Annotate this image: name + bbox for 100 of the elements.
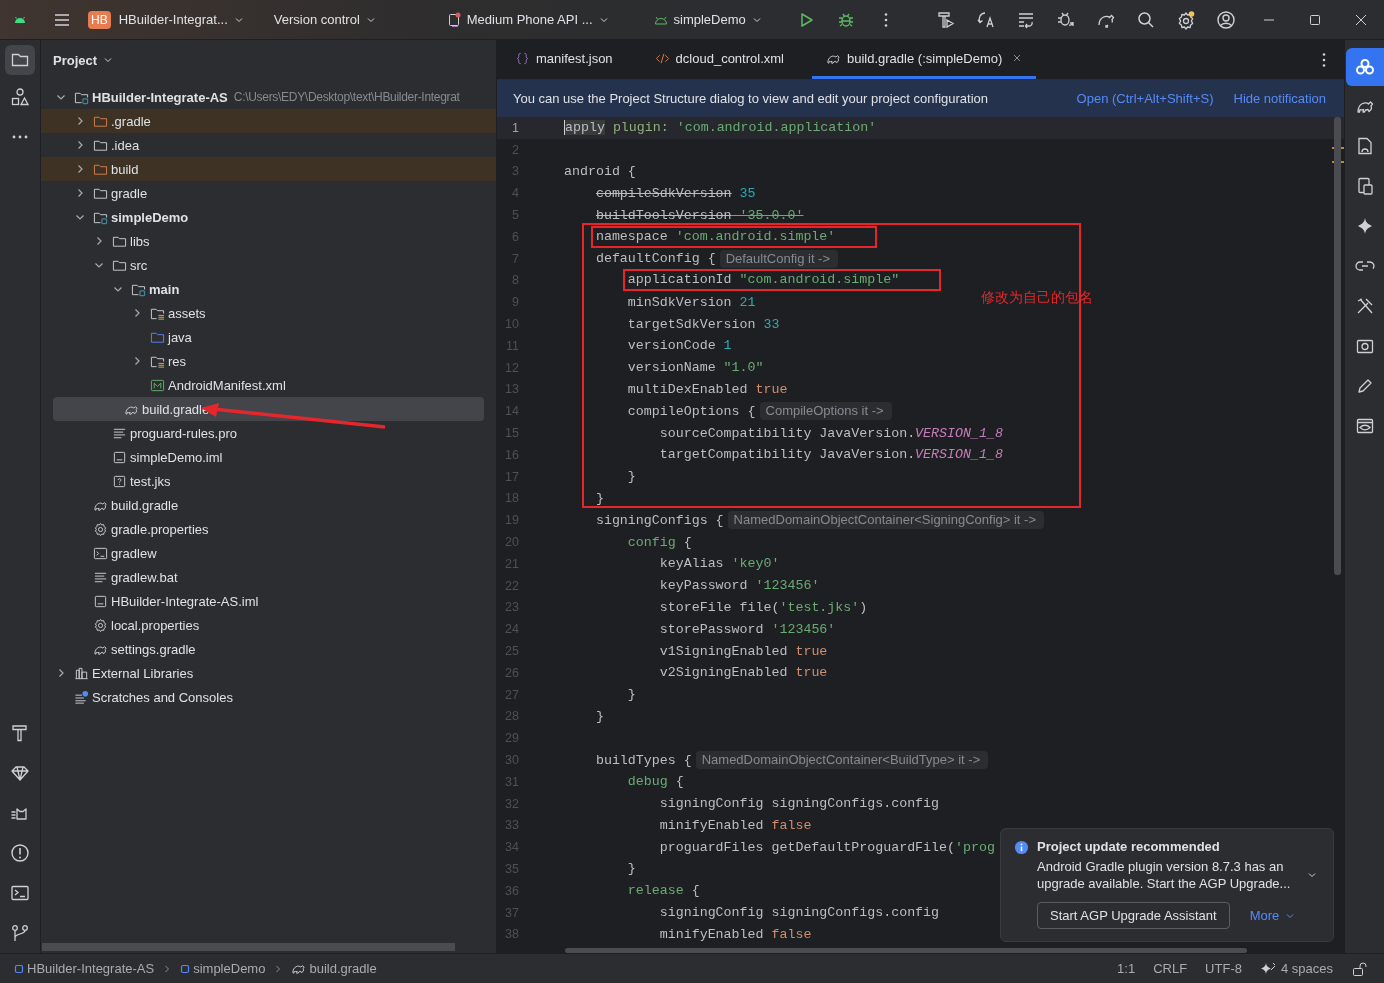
scratches-icon <box>74 689 89 705</box>
tree-item[interactable]: External Libraries <box>41 661 496 685</box>
tree-item[interactable]: Scratches and Consoles <box>41 685 496 709</box>
device-selector[interactable]: Medium Phone API ... <box>439 7 615 32</box>
gem-icon[interactable] <box>10 763 30 783</box>
banner-message: You can use the Project Structure dialog to view and edit your project configuration <box>513 91 989 106</box>
code-text: } <box>627 861 636 877</box>
editor-tab[interactable]: manifest.json <box>501 40 627 79</box>
tree-item[interactable]: gradlew.bat <box>41 565 496 589</box>
tree-item[interactable]: settings.gradle <box>41 637 496 661</box>
code-text: } <box>595 708 604 724</box>
code-text: apply plugin: 'com.android.application' <box>564 120 877 136</box>
code-text: buildTypes { <box>595 752 692 768</box>
tree-item[interactable]: simpleDemo <box>41 205 496 229</box>
vcs-label: Version control <box>273 12 360 27</box>
code-text: } <box>627 469 636 485</box>
path-label: C:\Users\EDY\Desktop\text\HBuilder-Integrat <box>233 90 460 104</box>
code-text: compileOptions { <box>627 403 756 419</box>
scrollbar[interactable] <box>42 943 455 951</box>
tree-item[interactable]: .gradle <box>41 109 496 133</box>
tree-item[interactable]: src <box>41 253 496 277</box>
code-text: keyPassword '123456' <box>659 578 820 594</box>
terminal-icon[interactable] <box>10 883 30 903</box>
tree-item[interactable]: AndroidManifest.xml <box>41 373 496 397</box>
tree-item[interactable]: test.jks <box>41 469 496 493</box>
code-text: compileSdkVersion 35 <box>595 185 756 201</box>
code-text: sourceCompatibility JavaVersion.VERSION_1_8 <box>659 425 1003 441</box>
code-text: } <box>595 490 604 506</box>
code-text: namespace 'com.android.simple' <box>595 228 836 244</box>
tree-item[interactable]: gradle <box>41 181 496 205</box>
hammer-icon[interactable] <box>936 9 956 30</box>
search-icon[interactable] <box>1136 9 1156 30</box>
code-text: } <box>627 687 636 703</box>
cloud-tool-button[interactable] <box>1346 48 1384 86</box>
code-text: minifyEnabled false <box>659 817 812 833</box>
breadcrumb[interactable]: simpleDemo <box>180 961 266 976</box>
code-text: storeFile file('test.jks') <box>659 599 868 615</box>
tree-item[interactable]: gradlew <box>41 541 496 565</box>
breadcrumb[interactable]: build.gradle <box>291 961 377 976</box>
file-icon <box>112 449 127 465</box>
breadcrumb[interactable]: HBuilder-Integrate-AS <box>14 961 155 976</box>
gear-icon <box>93 617 108 633</box>
tree-item[interactable]: res <box>41 349 496 373</box>
tree-item[interactable]: libs <box>41 229 496 253</box>
line-ending[interactable]: CRLF <box>1153 961 1188 976</box>
file-encoding[interactable]: UTF-8 <box>1205 961 1242 976</box>
tree-item[interactable]: HBuilder-Integrate-AS.iml <box>41 589 496 613</box>
tree-item[interactable]: HBuilder-Integrate-AS C:\Users\EDY\Desktop\text\HBuilder-Integrat <box>41 85 496 109</box>
run-config-selector[interactable]: simpleDemo <box>646 7 768 32</box>
inlay-hint: NamedDomainObjectContainer<SigningConfig> it -> <box>727 511 1044 530</box>
hammer-icon[interactable] <box>10 723 30 743</box>
tree-item[interactable]: local.properties <box>41 613 496 637</box>
panel-title[interactable]: Project <box>53 52 98 68</box>
tree-item[interactable]: assets <box>41 301 496 325</box>
tree-item[interactable]: java <box>41 325 496 349</box>
code-text: debug { <box>627 774 684 790</box>
more-link[interactable]: More <box>1249 908 1280 923</box>
cursor-position[interactable]: 1:1 <box>1117 961 1136 976</box>
code-text: proguardFiles getDefaultProguardFile('prog <box>659 839 995 855</box>
scrollbar[interactable] <box>1334 117 1341 575</box>
tree-item[interactable]: .idea <box>41 133 496 157</box>
shapes-icon[interactable] <box>10 87 30 107</box>
preview-icon[interactable] <box>1354 416 1375 436</box>
code-text: keyAlias 'key0' <box>659 556 780 572</box>
project-tool-button[interactable] <box>5 45 35 75</box>
banner-link[interactable]: Open (Ctrl+Alt+Shift+S) <box>1076 91 1214 106</box>
warning-icon[interactable] <box>10 843 30 863</box>
git-branch-icon[interactable] <box>10 923 30 943</box>
tree-item[interactable]: build.gradle <box>53 397 484 421</box>
scrollbar[interactable] <box>565 948 1247 953</box>
code-text: versionCode 1 <box>627 338 732 354</box>
tree-item[interactable]: build <box>41 157 496 181</box>
file-icon <box>93 593 108 609</box>
account-icon[interactable] <box>1216 9 1236 30</box>
translate-icon[interactable] <box>976 9 996 30</box>
editor-tab[interactable]: dcloud_control.xml <box>640 40 798 79</box>
banner-link[interactable]: Hide notification <box>1233 91 1326 106</box>
tree-item[interactable]: main <box>41 277 496 301</box>
tree-item[interactable]: simpleDemo.iml <box>41 445 496 469</box>
project-selector[interactable]: HB HBuilder-Integrat... <box>82 6 250 33</box>
vcs-menu[interactable]: Version control <box>267 8 382 31</box>
tree-item[interactable]: gradle.properties <box>41 517 496 541</box>
inlay-hint: DefaultConfig it -> <box>719 249 839 268</box>
indent-setting[interactable]: 4 spaces <box>1280 961 1333 976</box>
code-text: release { <box>627 883 700 899</box>
upgrade-button[interactable]: Start AGP Upgrade Assistant <box>1037 902 1230 929</box>
caret-icon[interactable] <box>103 55 114 65</box>
expand-icon[interactable] <box>1307 870 1317 880</box>
code-text: defaultConfig { <box>595 251 716 267</box>
tree-item[interactable]: proguard-rules.pro <box>41 421 496 445</box>
settings-icon[interactable] <box>1176 9 1196 30</box>
module-icon <box>14 963 24 974</box>
run-config-name: simpleDemo <box>673 12 746 27</box>
code-text: signingConfig signingConfigs.config <box>659 796 940 812</box>
tree-item[interactable]: build.gradle <box>41 493 496 517</box>
line-number: 1 <box>511 120 519 135</box>
code-text: android { <box>564 164 636 179</box>
lock-icon[interactable] <box>1351 960 1367 977</box>
inlay-hint: CompileOptions it -> <box>759 402 892 421</box>
close-icon[interactable] <box>1012 53 1023 63</box>
